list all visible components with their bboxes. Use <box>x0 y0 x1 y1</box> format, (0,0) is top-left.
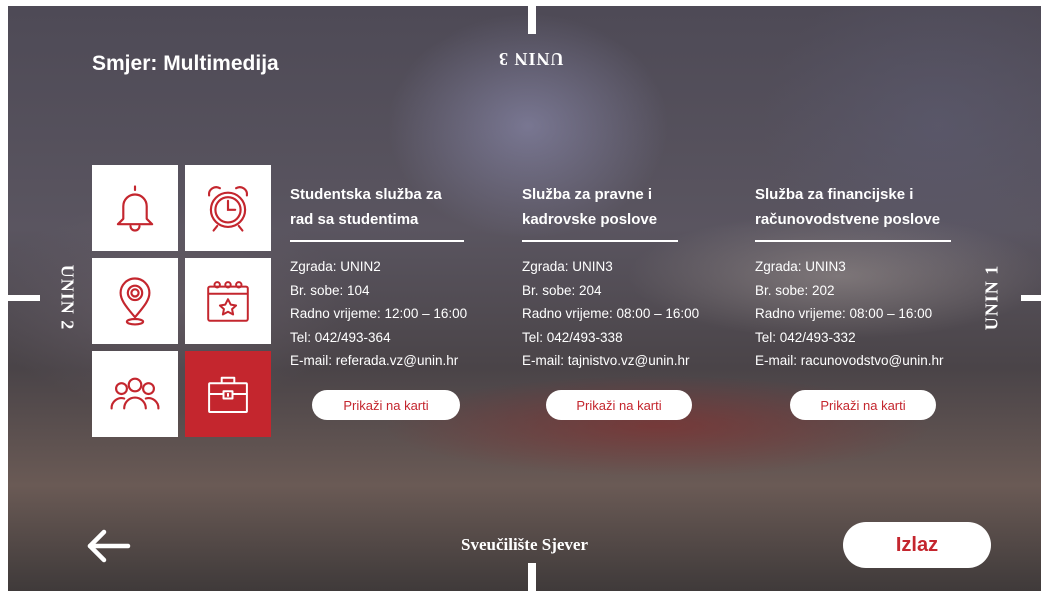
calendar-star-icon <box>207 281 249 322</box>
office-title-line1: Služba za pravne i <box>522 186 653 203</box>
building: Zgrada: UNIN2 <box>290 259 381 274</box>
kiosk-screen: Smjer: Multimedija UNIN 3 UNIN 2 UNIN 1 <box>8 6 1041 591</box>
office-title: Služba za pravne i kadrovske poslove <box>522 182 742 232</box>
people-icon <box>110 377 160 410</box>
location-pin-icon <box>119 277 151 326</box>
tile-schedule[interactable] <box>185 165 271 251</box>
edge-label-right: UNIN 1 <box>981 264 1002 331</box>
working-hours: Radno vrijeme: 12:00 – 16:00 <box>290 306 468 321</box>
briefcase-icon <box>208 376 248 413</box>
office-title-line2: kadrovske poslove <box>522 211 658 228</box>
office-title: Studentska služba za rad sa studentima <box>290 182 510 232</box>
right-edge-marker <box>1021 295 1041 301</box>
left-edge-marker <box>8 295 40 301</box>
office-details: Zgrada: UNIN3 Br. sobe: 202 Radno vrijem… <box>755 255 975 373</box>
bell-icon <box>116 185 154 232</box>
tile-notifications[interactable] <box>92 165 178 251</box>
email: E-mail: tajnistvo.vz@unin.hr <box>522 353 690 368</box>
building: Zgrada: UNIN3 <box>522 259 613 274</box>
office-title-line1: Služba za financijske i <box>755 186 914 203</box>
room-number: Br. sobe: 104 <box>290 282 370 298</box>
title-divider <box>522 240 678 242</box>
email: E-mail: referada.vz@unin.hr <box>290 353 459 368</box>
title-divider <box>290 240 464 242</box>
top-edge-marker <box>528 6 536 34</box>
office-title-line2: rad sa studentima <box>290 211 419 228</box>
office-details: Zgrada: UNIN2 Br. sobe: 104 Radno vrijem… <box>290 255 510 373</box>
office-student-services: Studentska služba za rad sa studentima Z… <box>290 182 510 373</box>
office-finance-accounting: Služba za financijske i računovodstvene … <box>755 182 975 373</box>
bottom-edge-marker <box>528 563 536 591</box>
page-title: Smjer: Multimedija <box>92 52 279 75</box>
show-on-map-button[interactable]: Prikaži na karti <box>312 390 460 420</box>
tile-services[interactable] <box>185 351 271 437</box>
edge-label-left: UNIN 2 <box>57 264 78 331</box>
tile-people[interactable] <box>92 351 178 437</box>
exit-button[interactable]: Izlaz <box>843 522 991 568</box>
room-number: Br. sobe: 202 <box>755 282 835 298</box>
office-legal-hr: Služba za pravne i kadrovske poslove Zgr… <box>522 182 742 373</box>
tile-locations[interactable] <box>92 258 178 344</box>
show-on-map-button[interactable]: Prikaži na karti <box>790 390 936 420</box>
office-title-line1: Studentska služba za <box>290 186 442 203</box>
office-title-line2: računovodstvene poslove <box>755 211 941 228</box>
edge-label-top: UNIN 3 <box>498 49 564 69</box>
email: E-mail: racunovodstvo@unin.hr <box>755 353 944 368</box>
working-hours: Radno vrijeme: 08:00 – 16:00 <box>755 306 933 321</box>
title-divider <box>755 240 951 242</box>
alarm-clock-icon <box>208 186 248 232</box>
phone: Tel: 042/493-338 <box>522 329 623 345</box>
office-details: Zgrada: UNIN3 Br. sobe: 204 Radno vrijem… <box>522 255 742 373</box>
working-hours: Radno vrijeme: 08:00 – 16:00 <box>522 306 700 321</box>
phone: Tel: 042/493-332 <box>755 329 856 345</box>
tile-events[interactable] <box>185 258 271 344</box>
building: Zgrada: UNIN3 <box>755 259 846 274</box>
office-title: Služba za financijske i računovodstvene … <box>755 182 975 232</box>
phone: Tel: 042/493-364 <box>290 329 391 345</box>
room-number: Br. sobe: 204 <box>522 282 602 298</box>
show-on-map-button[interactable]: Prikaži na karti <box>546 390 692 420</box>
